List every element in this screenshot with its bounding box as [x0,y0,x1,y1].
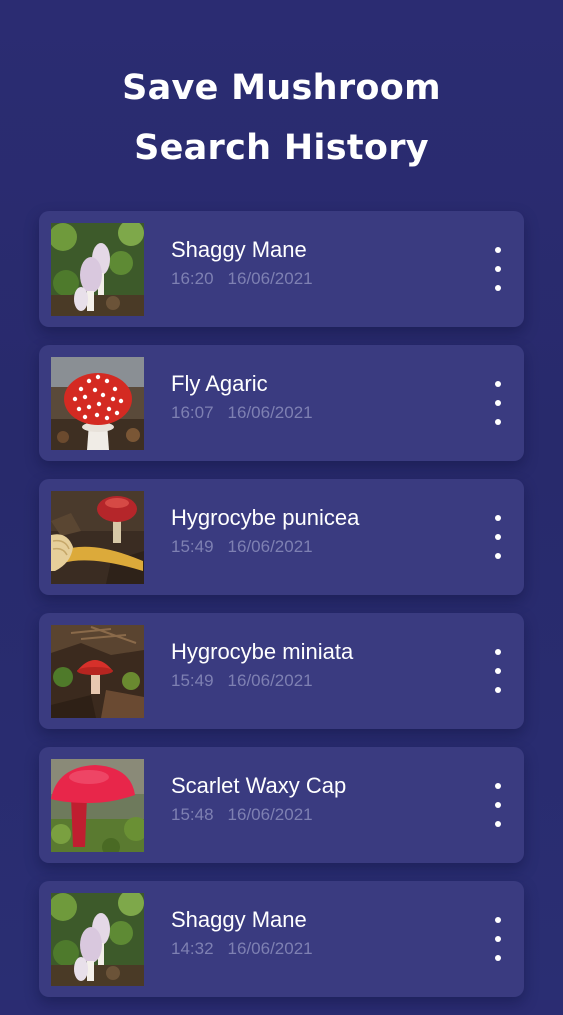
more-vertical-icon [495,515,501,521]
search-time: 16:07 [171,403,214,422]
mushroom-name: Hygrocybe miniata [171,639,354,664]
history-item[interactable]: Hygrocybe miniata 15:49 16/06/2021 [39,613,524,729]
mushroom-thumbnail [51,223,144,316]
mushroom-name: Scarlet Waxy Cap [171,773,347,798]
history-item[interactable]: Shaggy Mane 14:32 16/06/2021 [39,881,524,997]
page-title-line-2: Search History [134,128,429,168]
more-options-button[interactable] [484,649,512,693]
mushroom-thumbnail [51,491,144,584]
search-time: 15:48 [171,805,214,824]
search-timestamp: 14:32 16/06/2021 [171,939,313,959]
search-date: 16/06/2021 [227,805,313,824]
search-timestamp: 16:07 16/06/2021 [171,403,313,423]
search-timestamp: 15:48 16/06/2021 [171,805,313,825]
more-vertical-icon [495,783,501,789]
mushroom-thumbnail [51,625,144,718]
page-title-line-1: Save Mushroom [122,68,441,108]
more-options-button[interactable] [484,917,512,961]
history-item[interactable]: Fly Agaric 16:07 16/06/2021 [39,345,524,461]
more-vertical-icon [495,917,501,923]
search-time: 15:49 [171,537,214,556]
search-date: 16/06/2021 [227,403,313,422]
more-options-button[interactable] [484,381,512,425]
mushroom-name: Shaggy Mane [171,237,307,262]
search-date: 16/06/2021 [227,537,313,556]
mushroom-thumbnail [51,357,144,450]
search-date: 16/06/2021 [227,939,313,958]
mushroom-thumbnail [51,893,144,986]
search-timestamp: 16:20 16/06/2021 [171,269,313,289]
search-date: 16/06/2021 [227,269,313,288]
more-options-button[interactable] [484,783,512,827]
more-options-button[interactable] [484,515,512,559]
page-title: Save Mushroom Search History [0,58,563,178]
search-date: 16/06/2021 [227,671,313,690]
history-item[interactable]: Hygrocybe punicea 15:49 16/06/2021 [39,479,524,595]
more-options-button[interactable] [484,247,512,291]
search-time: 14:32 [171,939,214,958]
history-item[interactable]: Shaggy Mane 16:20 16/06/2021 [39,211,524,327]
history-list: Shaggy Mane 16:20 16/06/2021 Fly Agaric … [39,211,524,1015]
search-time: 15:49 [171,671,214,690]
history-item[interactable]: Scarlet Waxy Cap 15:48 16/06/2021 [39,747,524,863]
search-timestamp: 15:49 16/06/2021 [171,537,313,557]
mushroom-name: Shaggy Mane [171,907,307,932]
mushroom-name: Hygrocybe punicea [171,505,360,530]
mushroom-thumbnail [51,759,144,852]
search-timestamp: 15:49 16/06/2021 [171,671,313,691]
more-vertical-icon [495,649,501,655]
more-vertical-icon [495,381,501,387]
mushroom-name: Fly Agaric [171,371,268,396]
search-time: 16:20 [171,269,214,288]
more-vertical-icon [495,247,501,253]
